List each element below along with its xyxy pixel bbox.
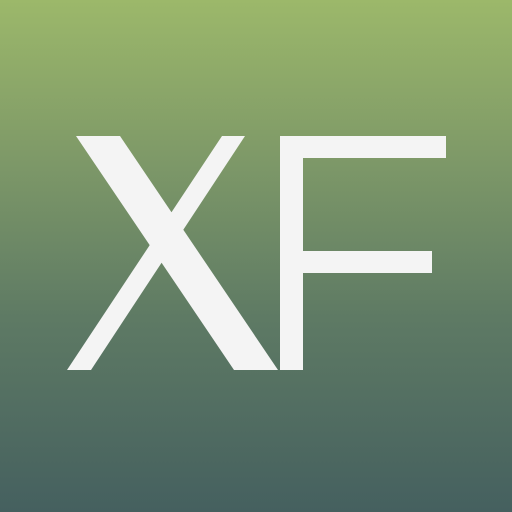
letter-f-top-bar bbox=[280, 136, 446, 158]
xf-logo bbox=[67, 136, 446, 370]
letter-f-middle-bar bbox=[280, 251, 432, 273]
app-icon bbox=[0, 0, 512, 512]
